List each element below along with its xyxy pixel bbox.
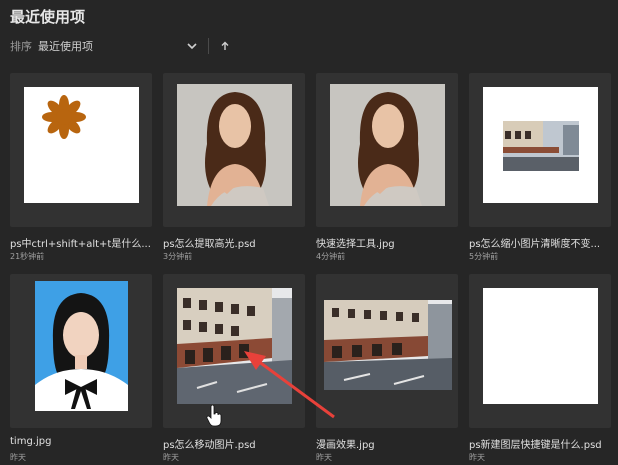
sort-label: 排序 [10,40,32,53]
hand-cursor-icon [206,405,222,427]
thumbnail-image [483,288,598,404]
sort-select[interactable]: 最近使用项 [38,38,198,54]
file-time: 昨天 [469,453,485,462]
file-name: ps怎么缩小图片清晰度不变... [469,239,601,250]
thumbnail-image [35,281,128,411]
file-name: timg.jpg [10,436,52,447]
file-name: ps怎么移动图片.psd [163,440,256,451]
sort-value: 最近使用项 [38,40,93,53]
file-name: 快速选择工具.jpg [316,239,395,250]
file-time: 5分钟前 [469,252,499,261]
thumbnail-image [324,300,452,390]
divider [208,38,209,54]
chevron-down-icon [187,43,197,50]
file-time: 昨天 [316,453,332,462]
file-time: 3分钟前 [163,252,193,261]
panel-title: 最近使用项 [10,8,86,26]
file-name: ps怎么提取高光.psd [163,239,256,250]
file-name: 漫画效果.jpg [316,440,375,451]
sort-bar: 排序 最近使用项 [10,38,231,54]
thumbnail-image [330,84,445,206]
file-name: ps新建图层快捷键是什么.psd [469,440,602,451]
recent-files-panel: 最近使用项 排序 最近使用项 ps中ctrl+shift+alt+t是什么...… [0,0,618,465]
file-name: ps中ctrl+shift+alt+t是什么... [10,239,151,250]
sort-ascending-icon[interactable] [219,40,231,52]
file-time: 21秒钟前 [10,252,45,261]
file-time: 昨天 [10,453,26,462]
file-time: 4分钟前 [316,252,346,261]
thumbnail-image [177,84,292,206]
thumbnail-image [177,288,292,404]
file-time: 昨天 [163,453,179,462]
thumbnail-image [483,87,598,203]
thumbnail-image [24,87,139,203]
